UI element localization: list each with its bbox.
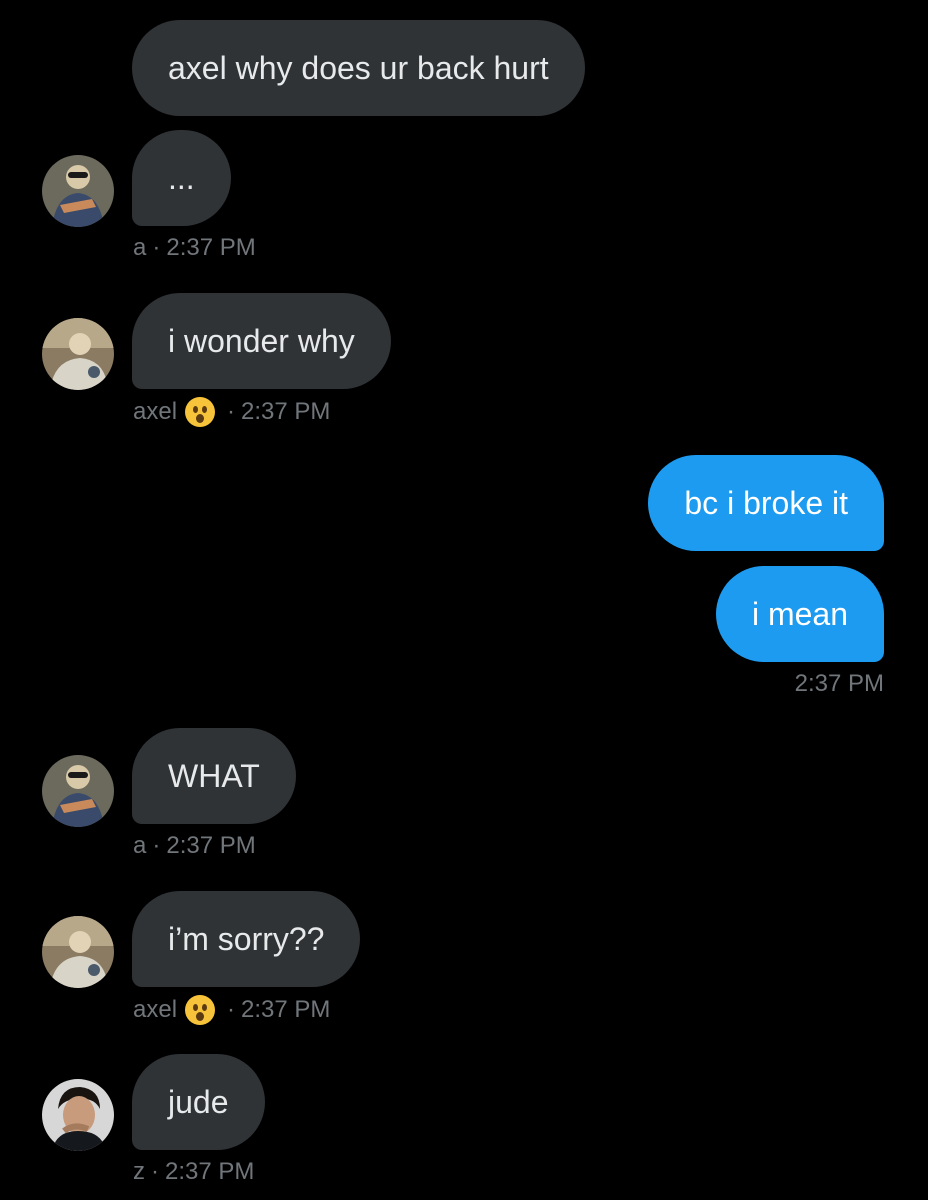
timestamp: 2:37 PM bbox=[794, 670, 884, 697]
timestamp: 2:37 PM bbox=[241, 398, 331, 425]
timestamp: 2:37 PM bbox=[166, 234, 256, 261]
message-bubble[interactable]: jude bbox=[132, 1054, 265, 1150]
hushed-face-emoji-icon bbox=[185, 397, 216, 427]
message-meta: z · 2:37 PM bbox=[133, 1158, 254, 1186]
avatar-a[interactable] bbox=[42, 155, 114, 227]
message-meta: axel · 2:37 PM bbox=[133, 995, 330, 1025]
avatar-z-image bbox=[42, 1079, 114, 1151]
avatar-axel-image bbox=[42, 916, 114, 988]
avatar-a-image bbox=[42, 755, 114, 827]
avatar-axel-image bbox=[42, 318, 114, 390]
avatar-axel[interactable] bbox=[42, 318, 114, 390]
timestamp: 2:37 PM bbox=[241, 996, 331, 1023]
message-bubble-outgoing[interactable]: i mean bbox=[715, 566, 884, 662]
message-meta: 2:37 PM bbox=[795, 670, 884, 698]
avatar-a[interactable] bbox=[42, 755, 114, 827]
sender-name: axel bbox=[133, 398, 178, 425]
message-meta: a · 2:37 PM bbox=[133, 832, 256, 860]
avatar-a-image bbox=[42, 155, 114, 227]
sender-name: axel bbox=[133, 996, 178, 1023]
meta-separator: · bbox=[152, 832, 161, 859]
sender-name: z bbox=[133, 1158, 145, 1185]
message-meta: axel · 2:37 PM bbox=[133, 397, 330, 427]
message-bubble-outgoing[interactable]: bc i broke it bbox=[648, 455, 884, 551]
hushed-face-emoji-icon bbox=[185, 995, 216, 1025]
avatar-axel[interactable] bbox=[42, 916, 114, 988]
timestamp: 2:37 PM bbox=[166, 832, 256, 859]
avatar-z[interactable] bbox=[42, 1079, 114, 1151]
sender-name: a bbox=[133, 234, 147, 261]
message-bubble[interactable]: ... bbox=[132, 130, 231, 226]
message-bubble[interactable]: i wonder why bbox=[132, 293, 391, 389]
sender-name: a bbox=[133, 832, 147, 859]
message-bubble[interactable]: WHAT bbox=[132, 728, 296, 824]
timestamp: 2:37 PM bbox=[165, 1158, 255, 1185]
meta-separator: · bbox=[151, 1158, 159, 1185]
meta-separator: · bbox=[227, 398, 236, 425]
message-bubble[interactable]: axel why does ur back hurt bbox=[132, 20, 585, 116]
message-bubble[interactable]: i’m sorry?? bbox=[132, 891, 361, 987]
message-meta: a · 2:37 PM bbox=[133, 234, 256, 262]
meta-separator: · bbox=[152, 234, 161, 261]
meta-separator: · bbox=[227, 996, 236, 1023]
